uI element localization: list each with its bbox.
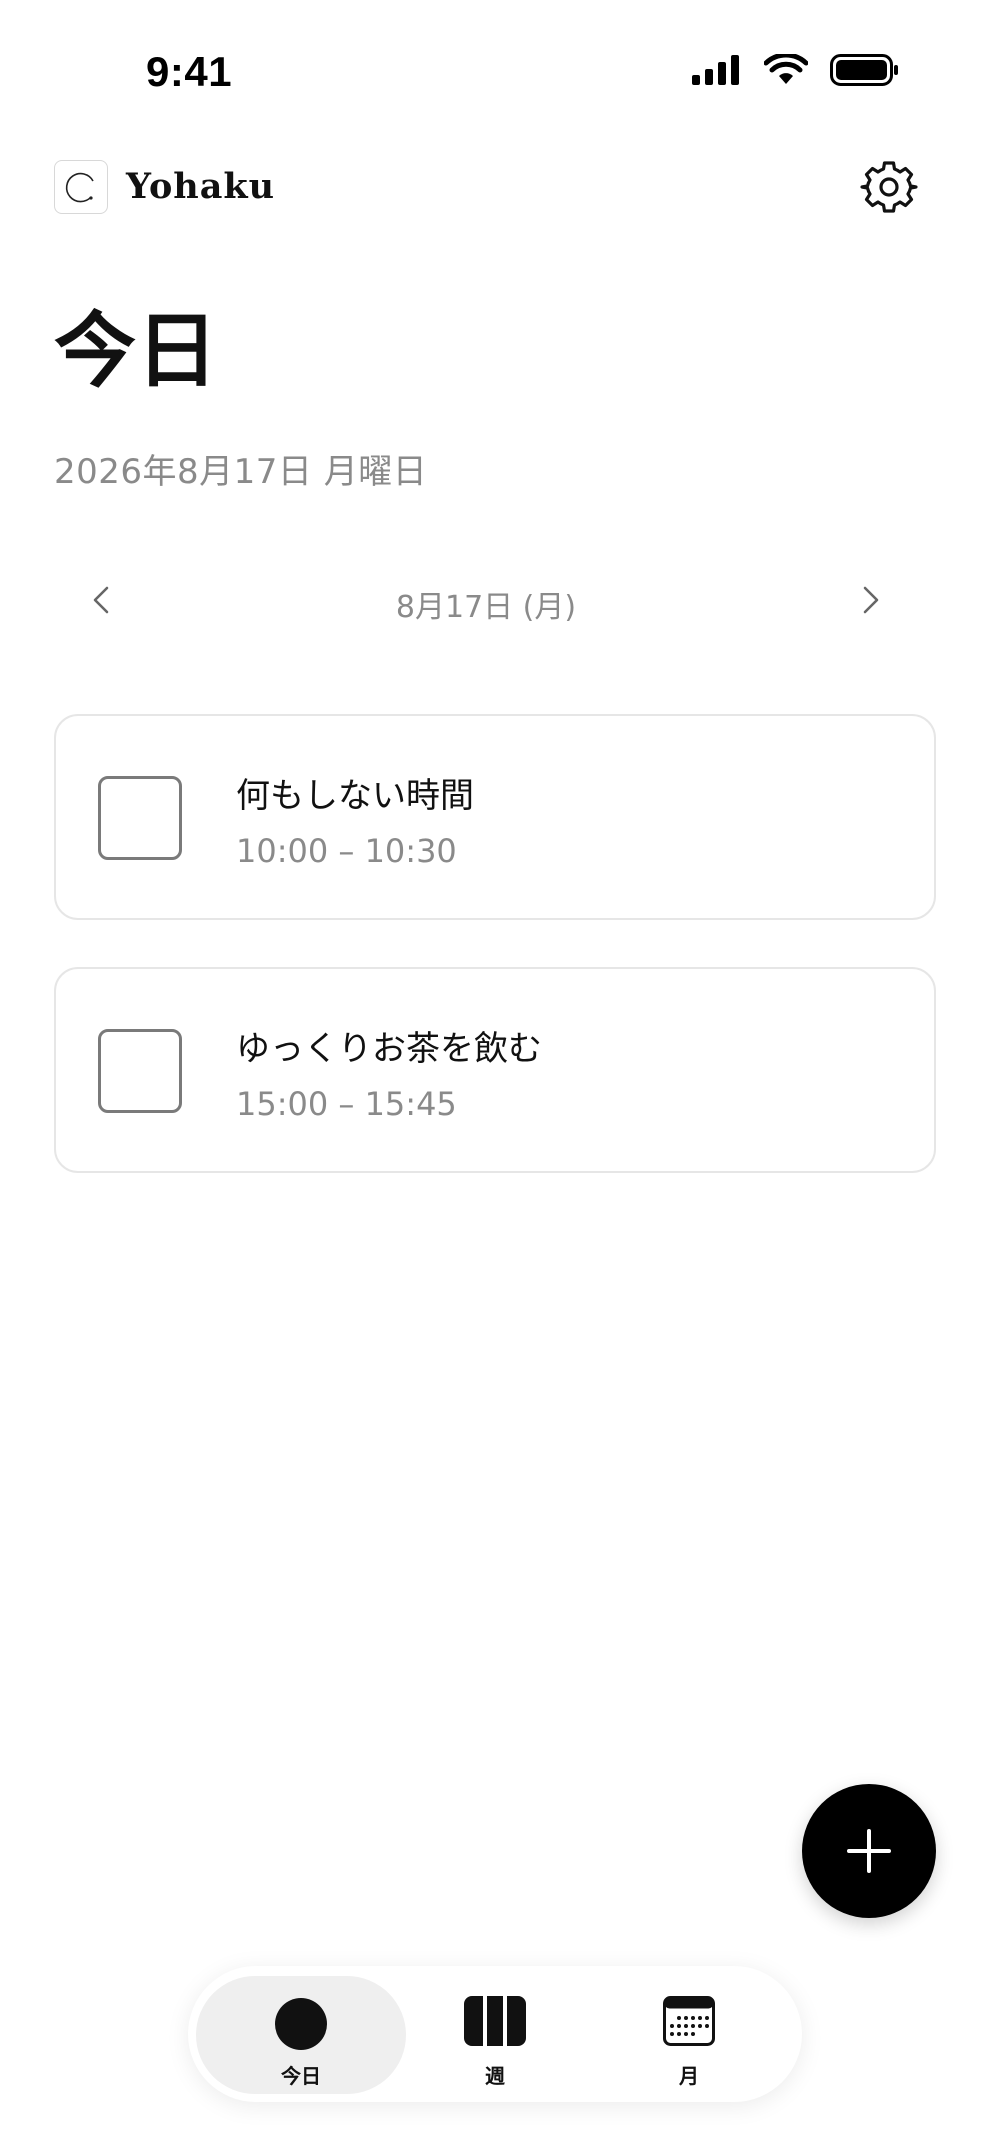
- current-day-label: 8月17日 (月): [395, 590, 577, 625]
- wifi-icon: [764, 54, 808, 84]
- app-header: Yohaku: [54, 160, 918, 220]
- task-card[interactable]: ゆっくりお茶を飲む 15:00 – 15:45: [54, 967, 936, 1173]
- status-icons: [692, 54, 900, 86]
- task-title: 何もしない時間: [236, 776, 474, 816]
- battery-icon: [830, 54, 898, 86]
- settings-button[interactable]: [860, 158, 918, 216]
- day-navigator: 8月17日 (月): [54, 570, 918, 630]
- tab-today[interactable]: 今日: [196, 1976, 406, 2094]
- status-time: 9:41: [146, 48, 233, 95]
- add-task-button[interactable]: [802, 1784, 936, 1918]
- tab-label: 今日: [281, 2064, 321, 2088]
- task-time: 10:00 – 10:30: [236, 832, 457, 870]
- status-bar: 9:41: [0, 0, 990, 130]
- app-logo: [54, 160, 108, 214]
- task-time: 15:00 – 15:45: [236, 1085, 457, 1123]
- bottom-tab-bar: 今日 週 月: [188, 1966, 802, 2102]
- calendar-grid-icon: [663, 1996, 715, 2046]
- task-checkbox[interactable]: [98, 1029, 182, 1113]
- task-card[interactable]: 何もしない時間 10:00 – 10:30: [54, 714, 936, 920]
- circle-icon: [275, 1998, 327, 2050]
- page-title: 今日: [54, 303, 219, 399]
- week-columns-icon: [464, 1996, 526, 2046]
- task-title: ゆっくりお茶を飲む: [236, 1029, 542, 1069]
- chevron-right-icon: [863, 586, 879, 614]
- next-day-button[interactable]: [850, 580, 890, 620]
- page-date: 2026年8月17日 月曜日: [54, 452, 428, 492]
- tab-week[interactable]: 週: [390, 1976, 600, 2094]
- plus-icon: [847, 1829, 891, 1873]
- tab-label: 週: [485, 2064, 505, 2088]
- task-checkbox[interactable]: [98, 776, 182, 860]
- gear-icon: [860, 161, 918, 213]
- tab-label: 月: [679, 2064, 699, 2088]
- app-name: Yohaku: [126, 166, 276, 207]
- signal-icon: [692, 55, 739, 85]
- tab-month[interactable]: 月: [584, 1976, 794, 2094]
